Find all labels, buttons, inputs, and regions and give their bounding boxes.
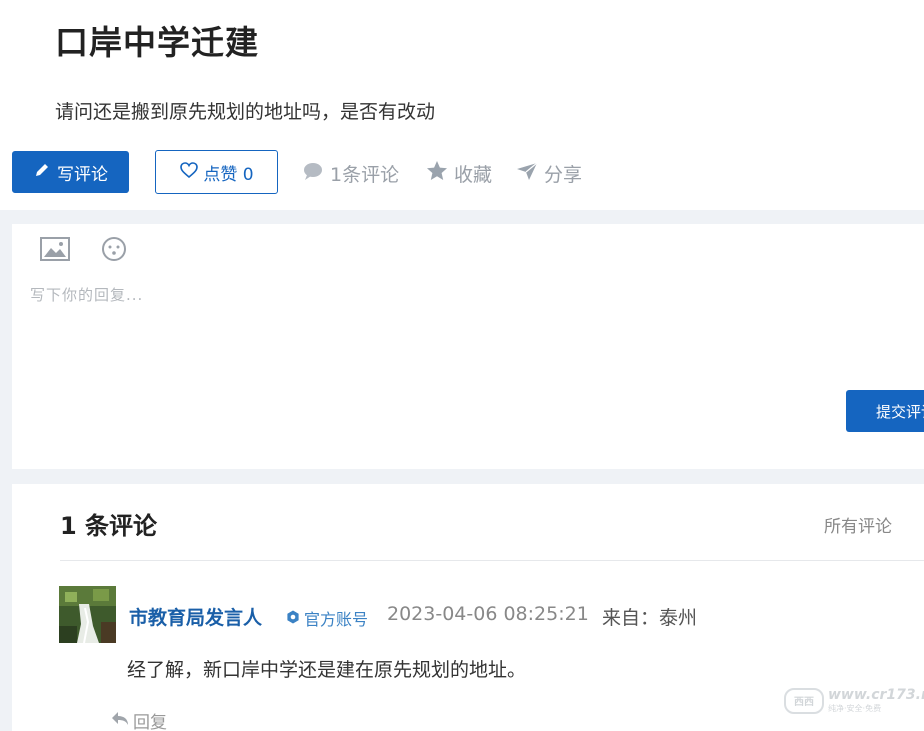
like-button[interactable]: 点赞 0 bbox=[155, 150, 278, 194]
reply-input-placeholder[interactable]: 写下你的回复... bbox=[30, 284, 143, 305]
star-icon bbox=[426, 160, 448, 187]
site-watermark: 西西 www.cr173.net 纯净·安全·免费 bbox=[784, 687, 924, 714]
comment-location: 来自：泰州 bbox=[602, 607, 698, 629]
comment-count-label: 1条评论 bbox=[330, 164, 400, 186]
watermark-url: www.cr173.net bbox=[828, 687, 924, 703]
reply-label: 回复 bbox=[133, 713, 167, 731]
favorite-button[interactable]: 收藏 bbox=[426, 160, 492, 187]
post-question: 请问还是搬到原先规划的地址吗，是否有改动 bbox=[55, 101, 436, 123]
verified-icon bbox=[286, 609, 300, 628]
divider bbox=[60, 560, 924, 561]
speech-bubble-icon bbox=[302, 161, 324, 186]
paper-plane-icon bbox=[516, 161, 538, 186]
official-badge-label: 官方账号 bbox=[304, 610, 369, 629]
avatar[interactable] bbox=[59, 586, 116, 643]
image-upload-icon[interactable] bbox=[39, 236, 71, 266]
comments-heading: 1 条评论 bbox=[60, 512, 158, 540]
write-comment-button[interactable]: 写评论 bbox=[12, 151, 129, 193]
submit-comment-button[interactable]: 提交评论 bbox=[846, 390, 924, 432]
watermark-logo: 西西 bbox=[784, 687, 824, 714]
share-button[interactable]: 分享 bbox=[516, 160, 582, 187]
heart-icon bbox=[179, 161, 199, 184]
comment-count-link[interactable]: 1条评论 bbox=[302, 160, 399, 187]
favorite-label: 收藏 bbox=[454, 164, 493, 186]
reply-button[interactable]: 回复 bbox=[110, 708, 167, 731]
emoji-icon[interactable] bbox=[101, 236, 127, 266]
watermark-subtitle: 纯净·安全·免费 bbox=[828, 704, 882, 713]
post-title: 口岸中学迁建 bbox=[55, 23, 259, 62]
share-label: 分享 bbox=[544, 164, 583, 186]
comment-author[interactable]: 市教育局发言人 bbox=[129, 603, 262, 630]
post-header: 口岸中学迁建 请问还是搬到原先规划的地址吗，是否有改动 写评论 点赞 0 1条评… bbox=[0, 0, 924, 210]
all-comments-link[interactable]: 所有评论 bbox=[824, 512, 892, 537]
pencil-icon bbox=[33, 161, 51, 184]
watermark-text: www.cr173.net 纯净·安全·免费 bbox=[828, 687, 924, 714]
reply-editor[interactable]: 写下你的回复... 提交评论 bbox=[12, 224, 924, 469]
write-comment-label: 写评论 bbox=[57, 164, 108, 185]
comment-body: 经了解，新口岸中学还是建在原先规划的地址。 bbox=[127, 659, 527, 681]
reply-arrow-icon bbox=[110, 710, 130, 731]
official-badge: 官方账号 bbox=[286, 606, 368, 630]
like-label: 点赞 0 bbox=[203, 164, 254, 185]
comment-timestamp: 2023-04-06 08:25:21 bbox=[387, 603, 589, 625]
